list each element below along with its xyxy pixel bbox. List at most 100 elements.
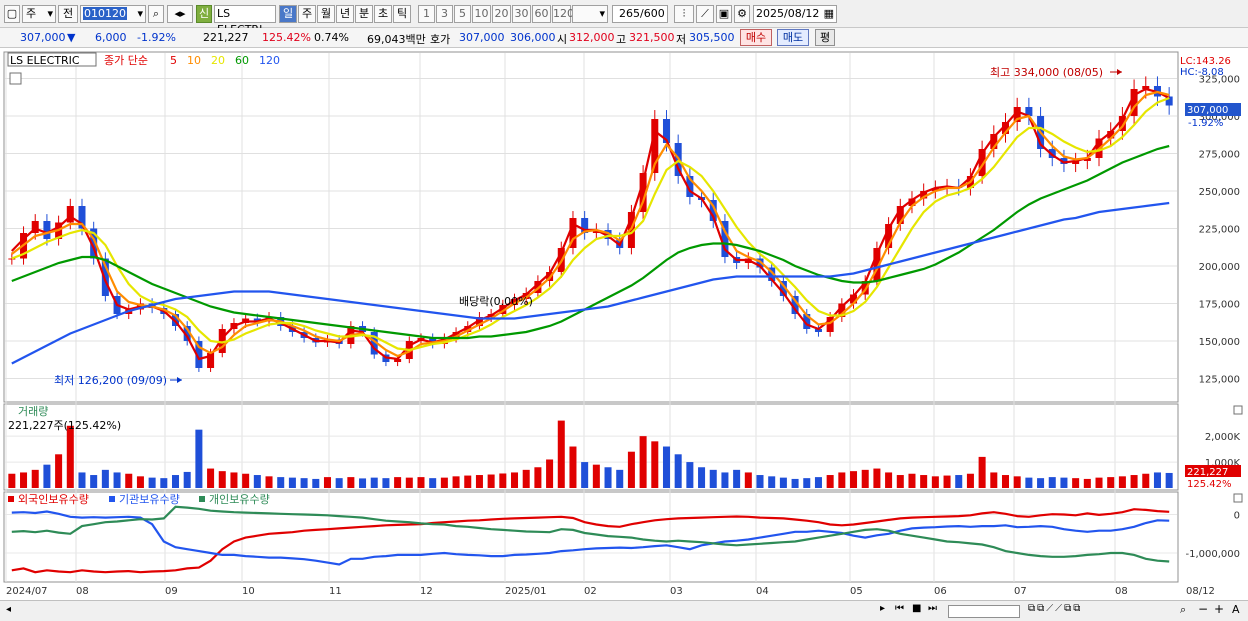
period-tab-3[interactable]: 년 xyxy=(336,5,354,23)
volume-bar xyxy=(335,478,343,488)
price-change-pct: -1.92% xyxy=(137,31,176,44)
stock-chart[interactable]: 325,000300,000275,000250,000225,000200,0… xyxy=(0,48,1248,600)
search-icon[interactable]: ⌕ xyxy=(148,5,164,23)
market-select[interactable]: 주 ▾ xyxy=(22,5,56,23)
interval-dropdown[interactable]: ▾ xyxy=(572,5,608,23)
volume-bar xyxy=(347,477,355,488)
month-label: 11 xyxy=(329,586,342,597)
interval-button-120[interactable]: 120 xyxy=(552,5,574,23)
volume-bar xyxy=(253,475,261,488)
hc-label: HC:-8.08 xyxy=(1180,67,1224,78)
interval-button-5[interactable]: 5 xyxy=(454,5,471,23)
code-input[interactable]: 010120 ▾ xyxy=(80,5,146,23)
volume-bar xyxy=(768,476,776,488)
all-select[interactable]: 전 xyxy=(58,5,78,23)
volume-bar xyxy=(487,474,495,488)
zoom-slider[interactable] xyxy=(948,605,1020,618)
font-size-icon[interactable]: A xyxy=(1232,603,1240,616)
scroll-right-icon[interactable]: ▸ xyxy=(880,603,885,614)
sell-button[interactable]: 매도 xyxy=(777,29,809,46)
period-tab-0[interactable]: 일 xyxy=(279,5,297,23)
grid-icon[interactable] xyxy=(9,72,22,85)
bid-price: 306,000 xyxy=(510,31,556,44)
volume-bar xyxy=(908,473,916,488)
first-page-icon[interactable]: ⏮ xyxy=(895,603,904,614)
price-tick-label: 250,000 xyxy=(1199,187,1240,198)
volume-bar xyxy=(522,469,530,488)
last-page-icon[interactable]: ⏭ xyxy=(928,603,937,614)
zoom-out-icon[interactable]: ⌕ xyxy=(1180,603,1186,617)
candle-tool-icon[interactable]: ⫶ xyxy=(674,5,694,23)
drawing-tool-icon[interactable]: ⟋ xyxy=(696,5,714,23)
interval-button-30[interactable]: 30 xyxy=(512,5,531,23)
volume-bar xyxy=(370,477,378,488)
plus-icon[interactable]: + xyxy=(1214,602,1224,616)
volume-bar xyxy=(686,462,694,488)
volume-bar xyxy=(791,478,799,488)
period-tab-4[interactable]: 분 xyxy=(355,5,373,23)
volume-bar xyxy=(1165,472,1173,488)
volume-bar xyxy=(66,425,74,488)
interval-button-10[interactable]: 10 xyxy=(472,5,491,23)
buy-button[interactable]: 매수 xyxy=(740,29,772,46)
window-icon[interactable]: ▢ xyxy=(4,5,20,23)
interval-button-20[interactable]: 20 xyxy=(492,5,511,23)
chart-tools-icon[interactable]: ⧉⧉⟋⟋⧉⧉ xyxy=(1028,603,1082,614)
volume-bar xyxy=(990,472,998,488)
eval-button[interactable]: 평 xyxy=(815,29,835,46)
volume-bar xyxy=(604,467,612,488)
price-panel[interactable] xyxy=(3,51,1179,403)
volume-bar xyxy=(417,477,425,488)
date-field[interactable]: 2025/08/12 ▦ xyxy=(753,5,837,23)
volume-bar xyxy=(452,476,460,488)
price-tick-label: 175,000 xyxy=(1199,300,1240,311)
minus-icon[interactable]: − xyxy=(1198,602,1208,616)
volume-panel-close-icon[interactable] xyxy=(1233,405,1243,415)
interval-button-60[interactable]: 60 xyxy=(532,5,551,23)
scroll-left-icon[interactable]: ◂ xyxy=(6,604,11,615)
stock-name-field[interactable]: LS ELECTRI xyxy=(214,5,276,36)
period-tab-2[interactable]: 월 xyxy=(317,5,335,23)
gear-icon[interactable]: ⚙ xyxy=(734,5,750,23)
calendar-icon: ▦ xyxy=(823,7,834,20)
low-price: 305,500 xyxy=(689,31,735,44)
volume-bar xyxy=(627,451,635,488)
low-annotation: 최저 126,200 (09/09) xyxy=(54,374,167,387)
interval-button-3[interactable]: 3 xyxy=(436,5,453,23)
volume-bar xyxy=(569,446,577,488)
month-label: 2025/01 xyxy=(505,586,547,597)
count-value: 265 xyxy=(619,7,640,20)
ma-legend-label: 종가 단순 xyxy=(104,54,148,67)
stop-icon[interactable]: ■ xyxy=(912,603,921,614)
volume-bar xyxy=(171,475,180,488)
volume-bar xyxy=(592,464,600,488)
toolbar: ▢ 주▾ 전 010120▾ ⌕ ◂▸ 신 LS ELECTRI 일주월년분초틱… xyxy=(0,0,1248,36)
volume-panel[interactable] xyxy=(3,403,1179,491)
speaker-icon[interactable]: ◂▸ xyxy=(167,5,193,23)
chart-scrollbar[interactable]: ◂ ▸ ⏮ ■ ⏭ ⧉⧉⟋⟋⧉⧉ ⌕ − + A xyxy=(0,600,1248,621)
period-tab-6[interactable]: 틱 xyxy=(393,5,411,23)
holding-panel-close-icon[interactable] xyxy=(1233,493,1243,503)
volume-ratio: 125.42% xyxy=(262,31,311,44)
price-tick-label: 125,000 xyxy=(1199,375,1240,386)
volume-bar xyxy=(861,469,869,488)
count-field[interactable]: 265/600 xyxy=(612,5,668,23)
month-label: 08 xyxy=(76,586,89,597)
chevron-down-icon: ▾ xyxy=(47,7,53,20)
current-price: 307,000 xyxy=(20,31,66,44)
chart-area[interactable]: 325,000 300,000 275,000 250,000 225,000 200,0… xyxy=(0,48,1248,600)
save-icon[interactable]: ▣ xyxy=(716,5,732,23)
volume-bar xyxy=(639,436,647,488)
month-label: 05 xyxy=(850,586,863,597)
period-tab-5[interactable]: 초 xyxy=(374,5,392,23)
volume-bar xyxy=(931,476,939,488)
volume-bar xyxy=(756,475,764,488)
interval-button-1[interactable]: 1 xyxy=(418,5,435,23)
volume-bar xyxy=(359,478,367,488)
month-label: 08 xyxy=(1115,586,1128,597)
volume-bar xyxy=(1118,476,1126,488)
open-price: 312,000 xyxy=(569,31,615,44)
current-pct-tag-text: -1.92% xyxy=(1188,118,1223,129)
price-tick-label: 200,000 xyxy=(1199,262,1240,273)
period-tab-1[interactable]: 주 xyxy=(298,5,316,23)
